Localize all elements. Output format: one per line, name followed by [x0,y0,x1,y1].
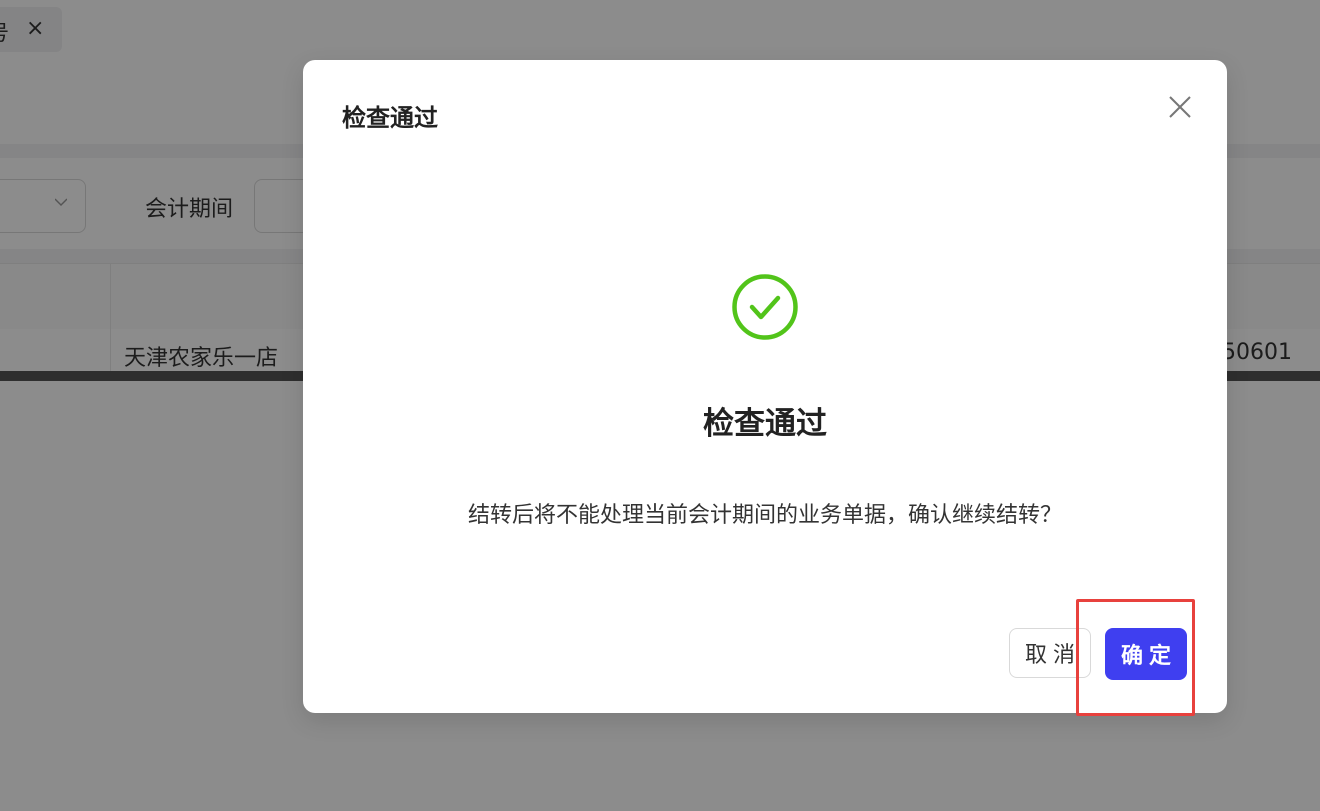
close-icon[interactable] [1167,94,1193,120]
cancel-button[interactable]: 取消 [1009,628,1091,678]
check-circle-icon [732,274,798,340]
result-title: 检查通过 [703,406,827,442]
app-page: 号 × 会计期间 天津农家乐一店 50601 检查通过 [0,0,1320,811]
result-description: 结转后将不能处理当前会计期间的业务单据，确认继续结转？ [467,503,1062,528]
check-passed-dialog: 检查通过 检查通过 结转后将不能处理当前会计期间的业务单据，确认继续结转？ 取消… [303,60,1227,713]
dialog-title: 检查通过 [342,104,438,132]
confirm-button[interactable]: 确定 [1105,628,1187,680]
